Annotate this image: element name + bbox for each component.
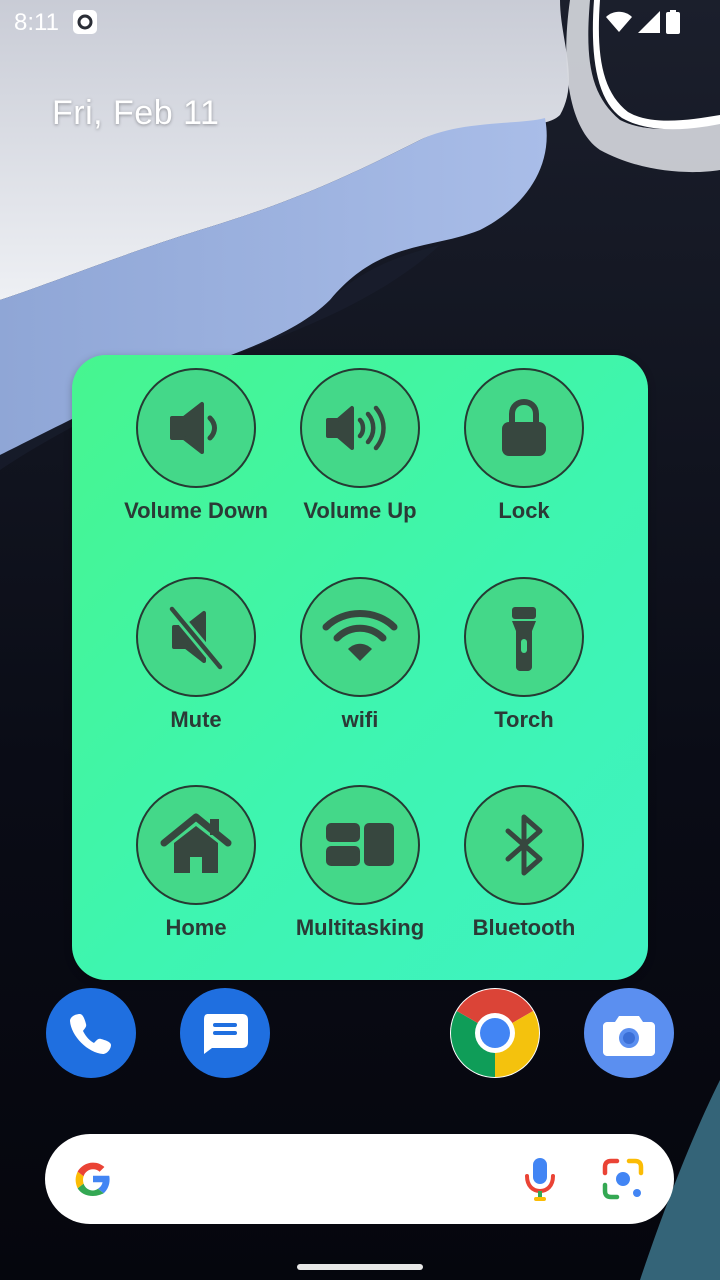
volume-up-circle[interactable]	[300, 368, 420, 488]
wifi-signal-icon	[606, 11, 632, 32]
tile-label: Torch	[494, 707, 554, 732]
tile-label: Volume Down	[124, 498, 268, 523]
multitasking-circle[interactable]	[300, 785, 420, 905]
mute-circle[interactable]	[136, 577, 256, 697]
mute-icon	[168, 605, 224, 671]
bluetooth-button[interactable]: Bluetooth	[442, 785, 606, 941]
torch-circle[interactable]	[464, 577, 584, 697]
bluetooth-icon	[505, 814, 543, 876]
gesture-nav-handle[interactable]	[297, 1264, 423, 1270]
wifi-icon	[322, 610, 398, 661]
phone-app[interactable]	[46, 988, 136, 1078]
torch-icon	[512, 607, 536, 671]
camera-icon	[603, 1016, 655, 1056]
chrome-icon	[451, 989, 539, 1077]
bluetooth-circle[interactable]	[464, 785, 584, 905]
home-button[interactable]: Home	[114, 785, 278, 941]
lock-icon	[502, 398, 546, 456]
torch-button[interactable]: Torch	[442, 577, 606, 733]
mute-button[interactable]: Mute	[114, 577, 278, 733]
chrome-app[interactable]	[450, 988, 540, 1078]
cell-signal-icon	[638, 11, 660, 33]
lock-circle[interactable]	[464, 368, 584, 488]
lock-button[interactable]: Lock	[442, 368, 606, 524]
home-circle[interactable]	[136, 785, 256, 905]
date-display[interactable]: Fri, Feb 11	[52, 94, 219, 133]
wifi-button[interactable]: wifi	[278, 577, 442, 733]
tile-label: Volume Up	[303, 498, 417, 523]
multitasking-icon	[326, 823, 394, 866]
home-icon	[160, 813, 232, 873]
tile-label: wifi	[341, 707, 379, 732]
tile-label: Lock	[498, 498, 550, 523]
microphone-icon[interactable]	[522, 1156, 558, 1204]
tile-label: Bluetooth	[472, 915, 576, 940]
volume-down-button[interactable]: Volume Down	[114, 368, 278, 524]
status-icons	[606, 10, 680, 34]
google-search-bar[interactable]	[45, 1134, 674, 1224]
status-bar: 8:11	[0, 0, 720, 48]
screen-record-icon	[73, 10, 97, 34]
messages-icon	[204, 1014, 248, 1054]
wifi-circle[interactable]	[300, 577, 420, 697]
tile-label: Multitasking	[295, 915, 425, 940]
phone-icon	[70, 1014, 111, 1054]
multitasking-button[interactable]: Multitasking	[278, 785, 442, 941]
status-time: 8:11	[14, 9, 59, 36]
messages-app[interactable]	[180, 988, 270, 1078]
volume-down-circle[interactable]	[136, 368, 256, 488]
google-g-icon	[75, 1162, 110, 1196]
tile-label: Home	[165, 915, 227, 940]
camera-app[interactable]	[584, 988, 674, 1078]
tile-label: Mute	[170, 707, 222, 732]
control-widget: Volume Down Volume Up Lock Mute wifi Tor…	[72, 355, 648, 980]
volume-down-icon	[170, 402, 217, 454]
volume-up-button[interactable]: Volume Up	[278, 368, 442, 524]
lens-icon[interactable]	[601, 1157, 645, 1201]
battery-icon	[666, 10, 680, 34]
volume-up-icon	[326, 405, 386, 451]
